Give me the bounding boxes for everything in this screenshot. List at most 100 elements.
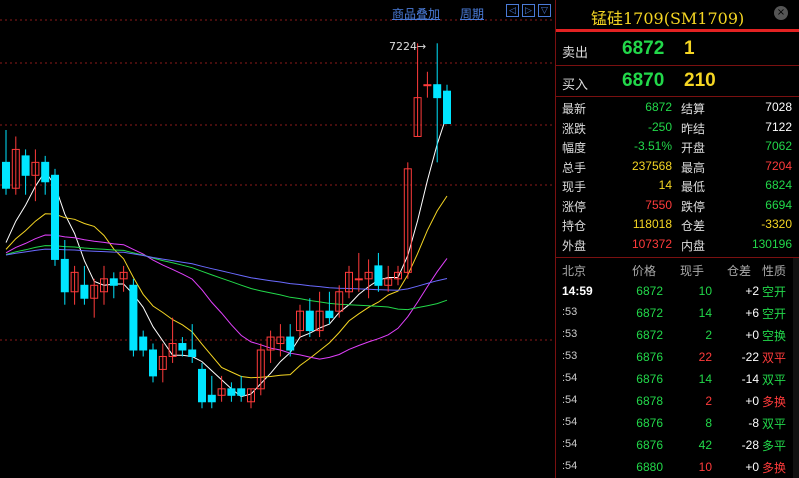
trade-oi-change: -14 (741, 372, 759, 386)
candle-body (443, 90, 451, 125)
quote-label: 涨跌 (562, 121, 587, 136)
trade-volume: 22 (698, 350, 712, 364)
trade-oi-change: -28 (741, 438, 759, 452)
nav-next-button[interactable]: ▷ (522, 4, 535, 17)
quote-value: 7122 (765, 119, 792, 134)
ask-row: 卖出 6872 1 (556, 34, 799, 65)
high-price-marker: 7224→ (389, 40, 427, 53)
quote-value: 118018 (632, 217, 672, 231)
ask-label: 卖出 (562, 46, 589, 61)
trade-price: 6876 (636, 372, 663, 386)
title-divider (556, 29, 799, 32)
candle-body (129, 284, 138, 351)
trade-time: :53 (562, 350, 578, 362)
trade-row[interactable]: :54 6876 42 -28 多平 (556, 434, 799, 456)
trade-time: :53 (562, 306, 578, 318)
trade-header: 北京 价格 现手 仓差 性质 (556, 258, 799, 280)
candle-body (374, 265, 383, 286)
quote-label: 幅度 (562, 141, 587, 155)
candle-body (21, 155, 30, 176)
candle-body (188, 349, 197, 357)
trade-volume: 8 (705, 416, 712, 430)
trade-oi-change: +0 (745, 394, 759, 408)
trade-time: :53 (562, 328, 578, 340)
overlay-link[interactable]: 商品叠加 (392, 5, 440, 22)
trade-volume: 2 (705, 394, 712, 408)
candle-body (305, 310, 314, 332)
header-time: 北京 (562, 264, 587, 278)
nav-prev-button[interactable]: ◁ (506, 4, 519, 17)
trade-row[interactable]: :54 6876 14 -14 双平 (556, 368, 799, 390)
quote-label: 涨停 (562, 199, 587, 214)
candle-body (354, 278, 363, 281)
trade-nature: 多平 (762, 439, 787, 453)
trade-scrollbar[interactable] (793, 258, 799, 478)
quote-value: -250 (647, 119, 672, 134)
trade-nature: 双平 (762, 351, 787, 365)
trade-row[interactable]: 14:59 6872 10 +2 空开 (556, 280, 799, 302)
trade-price: 6872 (636, 306, 663, 320)
trade-row[interactable]: :53 6872 2 +0 空换 (556, 324, 799, 346)
quote-row: 涨跌 -250 昨结 7122 (556, 118, 799, 137)
quote-label: 外盘 (562, 238, 587, 253)
contract-title: 锰硅1709(SM1709) (591, 9, 745, 28)
candle-body (198, 368, 206, 403)
trade-row[interactable]: :54 6878 2 +0 多换 (556, 390, 799, 412)
trade-time: :54 (562, 438, 578, 450)
trade-row[interactable]: :53 6876 22 -22 双平 (556, 346, 799, 368)
candle-body (227, 388, 236, 396)
candle-body (60, 258, 69, 293)
trade-price: 6880 (636, 460, 663, 474)
trade-nature: 空开 (762, 285, 787, 299)
quote-value: 7028 (765, 100, 792, 114)
candle-body (2, 161, 10, 189)
quote-row: 持仓 118018 仓差 -3320 (556, 215, 799, 234)
quote-row: 总手 237568 最高 7204 (556, 157, 799, 176)
trade-row[interactable]: :53 6872 14 +6 空开 (556, 302, 799, 324)
ma10-line (5, 195, 448, 379)
quote-value: 6694 (765, 197, 792, 212)
period-link[interactable]: 周期 (460, 5, 484, 22)
trade-nature: 空换 (762, 329, 787, 343)
trade-row[interactable]: :54 6876 8 -8 双平 (556, 412, 799, 434)
candle-body (325, 310, 334, 319)
ma5-line (5, 114, 448, 398)
header-volume: 现手 (680, 264, 705, 278)
trade-price: 6876 (636, 438, 663, 452)
quote-value: 237568 (631, 158, 672, 173)
quote-value: -3320 (761, 217, 792, 231)
quote-label: 总手 (562, 160, 587, 175)
kline-canvas[interactable] (0, 0, 555, 478)
quote-label: 昨结 (681, 121, 706, 136)
trade-price: 6878 (636, 394, 663, 408)
trade-price: 6876 (636, 350, 663, 364)
header-price: 价格 (632, 264, 657, 278)
trade-time: :54 (562, 394, 578, 406)
trade-volume: 10 (698, 460, 712, 474)
quote-row: 最新 6872 结算 7028 (556, 98, 799, 117)
candle-body (433, 84, 442, 99)
trade-volume: 14 (698, 306, 712, 320)
nav-down-button[interactable]: ▽ (538, 4, 551, 17)
trade-oi-change: +0 (745, 328, 759, 342)
kline-chart[interactable]: 商品叠加 周期 ◁ ▷ ▽ 7224→ (0, 0, 555, 478)
trade-price: 6876 (636, 416, 663, 430)
quote-label: 最高 (681, 160, 706, 175)
candle-body (109, 278, 118, 286)
trade-price: 6872 (636, 328, 663, 342)
candle-body (178, 343, 187, 351)
panel-title-bar: 锰硅1709(SM1709) × (556, 0, 799, 30)
trade-oi-change: -8 (748, 416, 759, 430)
ask-volume: 1 (684, 38, 695, 59)
trade-time: :54 (562, 460, 578, 472)
bid-label: 买入 (562, 78, 589, 93)
candle-body (423, 84, 432, 87)
quote-row: 涨停 7550 跌停 6694 (556, 196, 799, 215)
quote-label: 内盘 (681, 238, 706, 253)
trade-row[interactable]: :54 6880 10 +0 多换 (556, 456, 799, 478)
trade-oi-change: +2 (745, 284, 759, 298)
candle-body (149, 349, 157, 377)
trade-nature: 双平 (762, 373, 787, 387)
close-icon[interactable]: × (774, 6, 788, 20)
quote-label: 结算 (681, 102, 706, 116)
